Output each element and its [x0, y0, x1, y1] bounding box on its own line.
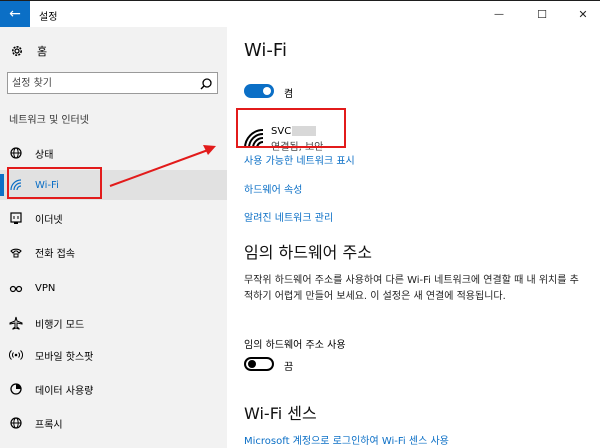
- sidebar-item-label: 비행기 모드: [35, 319, 85, 331]
- search-icon[interactable]: [199, 76, 213, 90]
- search-input[interactable]: [12, 75, 192, 91]
- network-status: 연결됨, 보안: [271, 141, 324, 153]
- wifi-sense-login-link[interactable]: Microsoft 계정으로 로그인하여 Wi-Fi 센스 사용: [244, 432, 449, 447]
- minimize-icon: —: [494, 8, 504, 20]
- page-title: Wi-Fi: [244, 40, 287, 61]
- wifi-toggle[interactable]: [244, 84, 274, 98]
- proxy-icon: [9, 416, 23, 430]
- window-title: 설정: [39, 12, 58, 23]
- maximize-button[interactable]: ☐: [527, 5, 557, 23]
- network-ssid: SVC: [271, 125, 292, 137]
- globe-icon: [9, 146, 23, 160]
- search-box[interactable]: [7, 72, 218, 94]
- random-hw-description: 무작위 하드웨어 주소를 사용하여 다른 Wi-Fi 네트워크에 연결할 때 내…: [244, 275, 579, 302]
- network-text: SVC 연결됨, 보안: [271, 125, 324, 153]
- sidebar-item-label: 프록시: [35, 419, 63, 431]
- sidebar-section-title: 네트워크 및 인터넷: [9, 115, 89, 126]
- wifi-toggle-label: 켬: [284, 89, 294, 100]
- sidebar-item-label: 데이터 사용량: [35, 385, 94, 397]
- random-hw-toggle-state: 끔: [284, 362, 294, 373]
- sidebar-item-label: Wi-Fi: [35, 179, 59, 191]
- show-available-networks-link[interactable]: 사용 가능한 네트워크 표시: [244, 152, 355, 167]
- sidebar-item-airplane[interactable]: 비행기 모드: [0, 308, 227, 338]
- manage-known-networks-link[interactable]: 알려진 네트워크 관리: [244, 209, 333, 224]
- ethernet-icon: [9, 211, 23, 225]
- close-icon: ✕: [578, 7, 588, 21]
- sidebar-item-ethernet[interactable]: 이더넷: [0, 203, 227, 233]
- sidebar-item-label: 전화 접속: [35, 248, 75, 260]
- sidebar-home[interactable]: 홈: [10, 41, 47, 61]
- sidebar-item-status[interactable]: 상태: [0, 138, 227, 168]
- random-hw-toggle-label: 임의 하드웨어 주소 사용: [244, 340, 346, 351]
- sidebar-item-dialup[interactable]: 전화 접속: [0, 237, 227, 267]
- vpn-icon: [9, 281, 23, 295]
- selection-indicator: [0, 174, 4, 196]
- wifi-sense-heading: Wi-Fi 센스: [244, 404, 317, 423]
- minimize-button[interactable]: —: [484, 5, 514, 23]
- main-content: Wi-Fi 켬 SVC 연결됨, 보안 사용 가능한 네트워크 표시 하드웨어 …: [227, 27, 600, 448]
- redacted-text: [292, 125, 317, 136]
- data-usage-icon: [9, 382, 23, 396]
- wifi-signal-icon: [243, 128, 265, 150]
- gear-icon: [10, 44, 24, 58]
- sidebar-item-label: 상태: [35, 149, 54, 161]
- sidebar-item-label: VPN: [35, 282, 56, 294]
- network-ssid-row: SVC: [271, 125, 323, 137]
- hotspot-icon: [9, 348, 23, 362]
- random-hw-toggle[interactable]: [244, 357, 274, 371]
- sidebar-item-data-usage[interactable]: 데이터 사용량: [0, 374, 227, 404]
- connected-network[interactable]: SVC 연결됨, 보안: [243, 122, 323, 156]
- maximize-icon: ☐: [537, 7, 547, 21]
- close-button[interactable]: ✕: [568, 5, 598, 23]
- sidebar-home-label: 홈: [37, 45, 48, 58]
- sidebar-item-wifi[interactable]: Wi-Fi: [0, 170, 227, 200]
- back-button[interactable]: ←: [0, 1, 30, 27]
- sidebar-item-vpn[interactable]: VPN: [0, 273, 227, 303]
- title-bar: ← 설정 — ☐ ✕: [0, 0, 600, 27]
- dial-up-icon: [9, 245, 23, 259]
- toggle-knob: [248, 360, 256, 368]
- sidebar-item-label: 모바일 핫스팟: [35, 351, 94, 363]
- toggle-knob: [263, 87, 271, 95]
- hardware-properties-link[interactable]: 하드웨어 속성: [244, 181, 302, 196]
- random-hw-heading: 임의 하드웨어 주소: [244, 243, 372, 262]
- wifi-icon: [9, 178, 23, 192]
- sidebar-item-proxy[interactable]: 프록시: [0, 408, 227, 438]
- sidebar-item-label: 이더넷: [35, 214, 63, 226]
- back-arrow-icon: ←: [9, 6, 21, 22]
- sidebar: 홈 네트워크 및 인터넷 상태 Wi-Fi 이더넷 전화 접속: [0, 27, 227, 448]
- airplane-icon: [9, 316, 23, 330]
- sidebar-item-hotspot[interactable]: 모바일 핫스팟: [0, 340, 227, 370]
